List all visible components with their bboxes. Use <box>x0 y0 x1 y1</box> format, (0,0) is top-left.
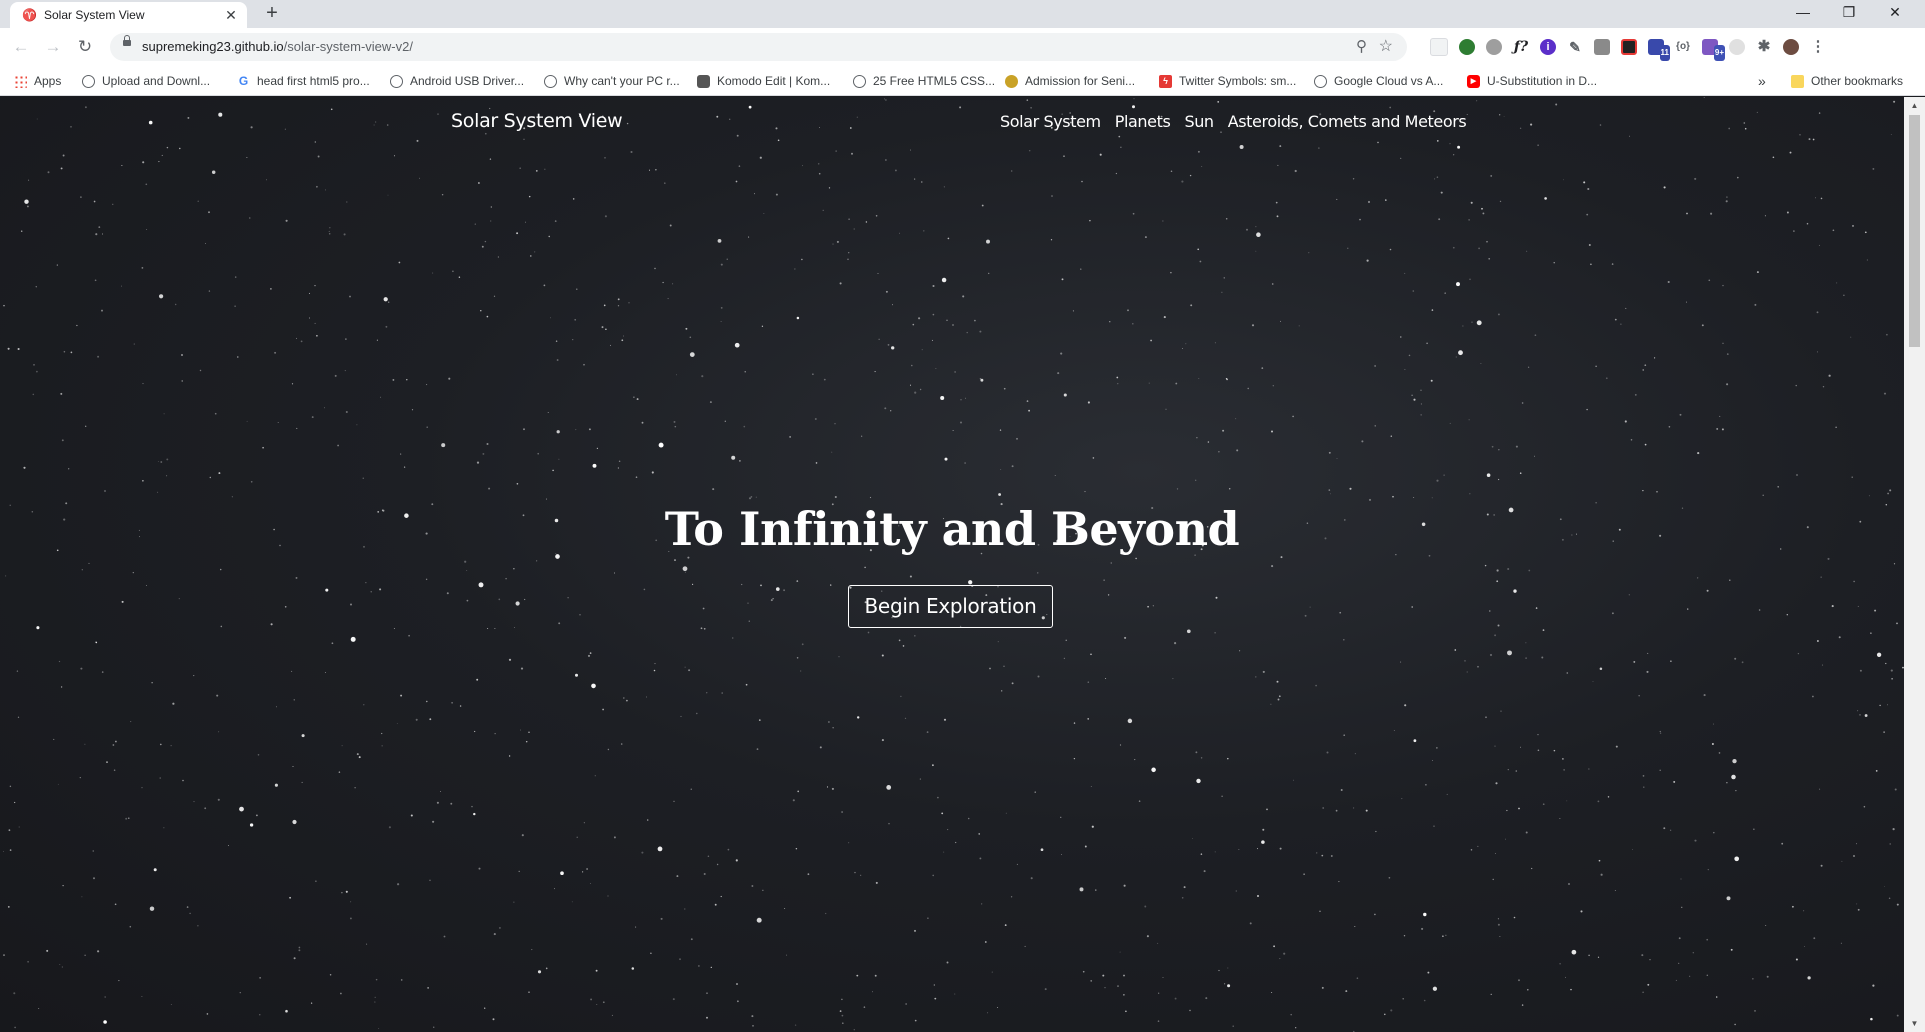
bookmark-label: Twitter Symbols: sm... <box>1179 74 1297 88</box>
bookmark-label: Google Cloud vs A... <box>1334 74 1444 88</box>
nav-link-planets[interactable]: Planets <box>1115 112 1171 131</box>
nav-links: Solar System Planets Sun Asteroids, Come… <box>1000 112 1467 131</box>
info-extension-icon[interactable]: i <box>1540 39 1556 55</box>
tab-title: Solar System View <box>44 8 145 22</box>
page-scrollbar[interactable]: ▲ ▼ <box>1904 97 1925 1032</box>
address-bar[interactable]: supremeking23.github.io/solar-system-vie… <box>110 33 1407 61</box>
bookmark-item[interactable]: Google Cloud vs A... <box>1314 73 1443 89</box>
bookmark-star-icon[interactable]: ☆ <box>1379 36 1393 56</box>
bookmark-item[interactable]: Admission for Seni... <box>1005 73 1135 89</box>
bookmark-item[interactable]: 25 Free HTML5 CSS... <box>853 73 995 89</box>
globe-icon <box>390 74 403 88</box>
begin-exploration-button[interactable]: Begin Exploration <box>848 585 1053 628</box>
site-brand[interactable]: Solar System View <box>451 110 623 132</box>
blank-extension-icon[interactable] <box>1430 38 1448 56</box>
nav-link-solar-system[interactable]: Solar System <box>1000 112 1101 131</box>
scrollbar-thumb[interactable] <box>1909 115 1920 347</box>
admission-icon <box>1005 74 1018 88</box>
bookmark-label: Admission for Seni... <box>1025 74 1136 88</box>
lock-icon[interactable] <box>123 35 131 46</box>
bookmark-item[interactable]: Why can't your PC r... <box>544 73 680 89</box>
starfield-background <box>3 97 1904 1032</box>
globe-icon <box>853 74 866 88</box>
bookmark-label: Apps <box>34 74 62 88</box>
scroll-down-arrow-icon[interactable]: ▼ <box>1904 1015 1925 1032</box>
globe-icon <box>82 74 95 88</box>
extensions-area: ƒ? i ✎ 11 {o} 9+ ✱ ⋮ <box>1430 36 1826 61</box>
nav-link-asteroids[interactable]: Asteroids, Comets and Meteors <box>1228 112 1467 131</box>
puzzle-extension-icon[interactable]: 9+ <box>1702 39 1725 61</box>
extensions-puzzle-icon[interactable]: ✱ <box>1756 39 1772 55</box>
new-tab-button[interactable]: + <box>260 3 284 25</box>
tab-strip: ♈ Solar System View ✕ + — ❐ ✕ <box>0 0 1925 28</box>
flash-icon: ϟ <box>1159 74 1172 88</box>
bookmark-label: Upload and Downl... <box>102 74 211 88</box>
minimize-button[interactable]: — <box>1780 0 1826 28</box>
other-bookmarks-label: Other bookmarks <box>1811 74 1904 88</box>
other-bookmarks-button[interactable]: Other bookmarks <box>1791 73 1903 89</box>
puzzle-badge: 9+ <box>1713 45 1725 61</box>
nav-link-sun[interactable]: Sun <box>1184 112 1214 131</box>
hero-title: To Infinity and Beyond <box>664 502 1240 556</box>
bookmarks-bar: Apps Upload and Downl... G head first ht… <box>0 66 1925 96</box>
page-viewport: Solar System View Solar System Planets S… <box>0 97 1904 1032</box>
bookmark-item[interactable]: Komodo Edit | Kom... <box>697 73 830 89</box>
folder-icon <box>1791 74 1804 88</box>
bookmark-item[interactable]: ▶ U-Substitution in D... <box>1467 73 1597 89</box>
bookmark-item[interactable]: G head first html5 pro... <box>237 73 370 89</box>
formula-extension-icon[interactable]: ƒ? <box>1513 39 1529 55</box>
bookmark-label: head first html5 pro... <box>257 74 370 88</box>
bookmark-label: 25 Free HTML5 CSS... <box>873 74 996 88</box>
globe-extension-icon[interactable] <box>1459 39 1475 55</box>
bookmark-item[interactable]: Android USB Driver... <box>390 73 524 89</box>
settings-extension-icon[interactable] <box>1486 39 1502 55</box>
browser-tab[interactable]: ♈ Solar System View ✕ <box>10 2 247 28</box>
bookmark-item[interactable]: Upload and Downl... <box>82 73 210 89</box>
google-icon: G <box>238 73 249 88</box>
calendar-badge: 11 <box>1659 45 1670 61</box>
grid-extension-icon[interactable] <box>1621 39 1637 55</box>
calendar-extension-icon[interactable]: 11 <box>1648 39 1670 61</box>
globe-icon <box>544 74 557 88</box>
tab-close-icon[interactable]: ✕ <box>223 7 239 24</box>
apps-grid-icon <box>14 74 27 88</box>
browser-toolbar: ← → ↻ supremeking23.github.io/solar-syst… <box>0 28 1925 66</box>
bookmarks-overflow-button[interactable]: » <box>1758 73 1766 89</box>
bookmark-label: U-Substitution in D... <box>1487 74 1598 88</box>
card-extension-icon[interactable] <box>1594 39 1610 55</box>
bookmark-label: Android USB Driver... <box>410 74 525 88</box>
window-close-button[interactable]: ✕ <box>1872 0 1918 28</box>
forward-button[interactable]: → <box>41 36 65 58</box>
profile-avatar-icon[interactable] <box>1783 39 1799 55</box>
zoom-icon[interactable]: ⚲ <box>1356 37 1367 55</box>
youtube-icon: ▶ <box>1467 74 1480 88</box>
address-url[interactable]: supremeking23.github.io/solar-system-vie… <box>142 39 413 54</box>
bookmark-apps[interactable]: Apps <box>14 73 61 89</box>
bookmark-item[interactable]: ϟ Twitter Symbols: sm... <box>1159 73 1296 89</box>
code-extension-icon[interactable]: {o} <box>1675 39 1691 55</box>
bookmark-label: Komodo Edit | Kom... <box>717 74 831 88</box>
scroll-up-arrow-icon[interactable]: ▲ <box>1904 97 1925 114</box>
circle-extension-icon[interactable] <box>1729 39 1745 55</box>
komodo-icon <box>697 74 710 88</box>
restore-button[interactable]: ❐ <box>1826 0 1872 28</box>
page-favicon-icon: ♈ <box>22 8 37 22</box>
eyedropper-extension-icon[interactable]: ✎ <box>1567 39 1583 55</box>
back-button[interactable]: ← <box>9 36 33 58</box>
bookmark-label: Why can't your PC r... <box>564 74 680 88</box>
globe-icon <box>1314 74 1327 88</box>
reload-button[interactable]: ↻ <box>73 36 97 58</box>
site-navbar: Solar System View Solar System Planets S… <box>0 97 1904 147</box>
menu-dots-icon[interactable]: ⋮ <box>1810 39 1826 55</box>
